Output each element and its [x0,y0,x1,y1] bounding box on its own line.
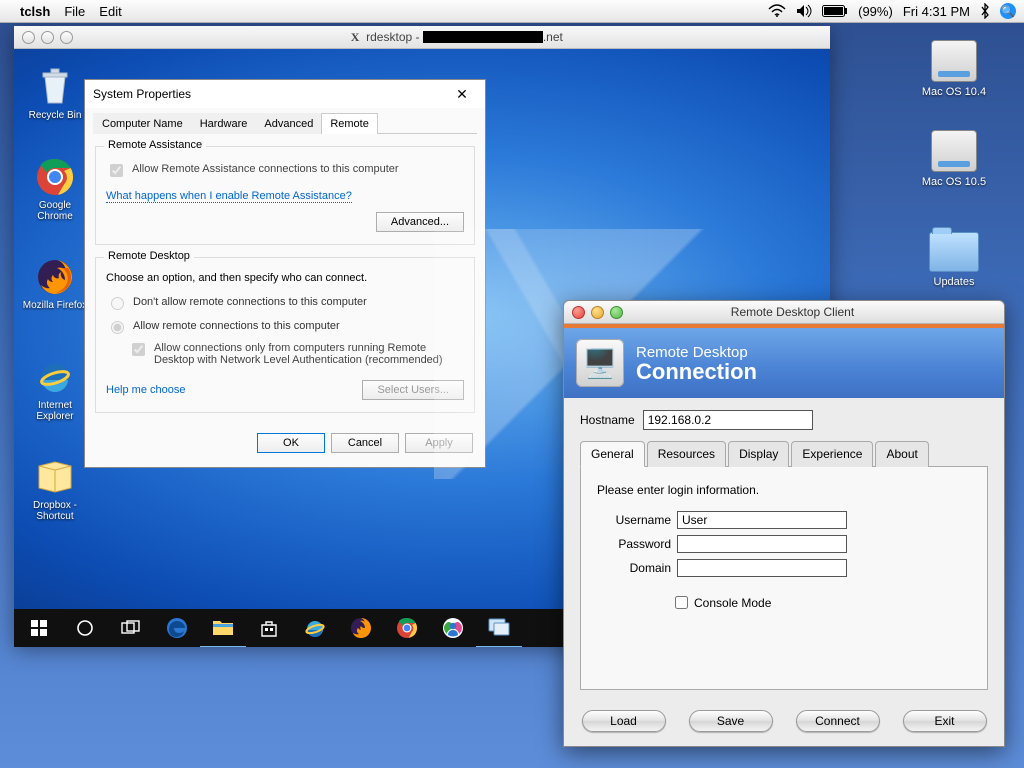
rdc-general-pane: Please enter login information. Username… [580,467,988,690]
x11-minimize-button[interactable] [41,31,54,44]
spotlight-icon[interactable]: 🔍 [1000,3,1016,19]
rdc-tab-resources[interactable]: Resources [647,441,726,467]
rdc-save-button[interactable]: Save [689,710,773,732]
rd-radio-deny[interactable]: Don't allow remote connections to this c… [106,294,464,310]
desktop-hd-2[interactable]: Mac OS 10.5 [914,130,994,188]
password-label: Password [597,537,671,551]
desktop-folder-updates-label: Updates [934,276,975,288]
rdc-title: Remote Desktop Client [631,305,1004,319]
bluetooth-icon[interactable] [980,3,990,19]
taskbar-chrome[interactable] [384,609,430,647]
rd-nla-checkbox[interactable]: Allow connections only from computers ru… [128,342,464,366]
x11-icon: X [348,30,362,45]
taskbar-ie[interactable] [292,609,338,647]
select-users-button[interactable]: Select Users... [362,380,464,400]
win-icon-recycle-bin[interactable]: Recycle Bin [20,67,90,121]
sysprop-cancel-button[interactable]: Cancel [331,433,399,453]
sysprop-title: System Properties [93,87,447,101]
remote-desktop-group: Remote Desktop Choose an option, and the… [95,257,475,413]
rdc-banner: 🖥️ Remote Desktop Connection [564,324,1004,398]
menubar-clock[interactable]: Fri 4:31 PM [903,4,970,19]
win-icon-dropbox[interactable]: Dropbox - Shortcut [20,457,90,522]
desktop-hd-1-label: Mac OS 10.4 [922,86,986,98]
tab-hardware[interactable]: Hardware [191,113,257,134]
wifi-icon[interactable] [768,4,786,18]
rdc-tab-display[interactable]: Display [728,441,789,467]
domain-input[interactable] [677,559,847,577]
taskbar-store[interactable] [246,609,292,647]
file-menu[interactable]: File [64,4,85,19]
sysprop-apply-button[interactable]: Apply [405,433,473,453]
volume-icon[interactable] [796,4,812,18]
x11-titlebar[interactable]: Xrdesktop - .net [14,26,830,49]
rdc-minimize-button[interactable] [591,306,604,319]
system-properties-dialog: System Properties ✕ Computer Name Hardwa… [84,79,486,468]
domain-label: Domain [597,561,671,575]
desktop-hd-2-label: Mac OS 10.5 [922,176,986,188]
start-button[interactable] [16,609,62,647]
rd-legend: Remote Desktop [104,250,194,262]
taskbar-explorer[interactable] [200,608,246,647]
username-label: Username [597,513,671,527]
rdc-window: Remote Desktop Client 🖥️ Remote Desktop … [563,300,1005,747]
rdc-exit-button[interactable]: Exit [903,710,987,732]
desktop-folder-updates[interactable]: Updates [914,230,994,288]
rd-radio-allow[interactable]: Allow remote connections to this compute… [106,318,464,334]
sysprop-tabs: Computer Name Hardware Advanced Remote [93,112,477,134]
tab-remote[interactable]: Remote [321,113,378,134]
rdc-brand-line2: Connection [636,361,757,383]
remote-assistance-group: Remote Assistance Allow Remote Assistanc… [95,146,475,245]
rdc-tab-about[interactable]: About [875,441,928,467]
battery-icon[interactable] [822,5,848,17]
rdc-tab-general[interactable]: General [580,441,645,467]
tab-advanced[interactable]: Advanced [255,113,322,134]
rd-intro: Choose an option, and then specify who c… [106,272,464,284]
app-menu[interactable]: tclsh [20,4,50,19]
mac-menubar: tclsh File Edit (99%) Fri 4:31 PM 🔍 [0,0,1024,23]
rdc-tabs: General Resources Display Experience Abo… [580,440,988,467]
sysprop-close-button[interactable]: ✕ [447,86,477,103]
battery-percent: (99%) [858,4,893,19]
username-input[interactable] [677,511,847,529]
rdc-zoom-button[interactable] [610,306,623,319]
taskbar-rdesktop[interactable] [476,608,522,647]
x11-zoom-button[interactable] [60,31,73,44]
cortana-button[interactable] [62,609,108,647]
ra-legend: Remote Assistance [104,139,206,151]
password-input[interactable] [677,535,847,553]
redacted-host [423,31,543,43]
taskbar-edge[interactable] [154,609,200,647]
rdc-tab-experience[interactable]: Experience [791,441,873,467]
x11-title: Xrdesktop - .net [81,30,830,45]
win-icon-firefox[interactable]: Mozilla Firefox [20,257,90,311]
sysprop-titlebar[interactable]: System Properties ✕ [85,80,485,108]
desktop-hd-1[interactable]: Mac OS 10.4 [914,40,994,98]
win-icon-ie[interactable]: Internet Explorer [20,357,90,422]
hostname-label: Hostname [580,413,635,427]
rdc-connect-button[interactable]: Connect [796,710,880,732]
console-mode-checkbox[interactable] [675,596,688,609]
taskbar-people[interactable] [430,609,476,647]
tab-computer-name[interactable]: Computer Name [93,113,192,134]
ra-help-link[interactable]: What happens when I enable Remote Assist… [106,190,352,203]
rdc-close-button[interactable] [572,306,585,319]
task-view-button[interactable] [108,609,154,647]
rdc-brand-line1: Remote Desktop [636,344,757,361]
rdc-brand-icon: 🖥️ [576,339,624,387]
taskbar-firefox[interactable] [338,609,384,647]
rd-help-link[interactable]: Help me choose [106,384,186,396]
win-icon-chrome[interactable]: Google Chrome [20,157,90,222]
x11-close-button[interactable] [22,31,35,44]
ra-allow-checkbox[interactable]: Allow Remote Assistance connections to t… [106,163,464,180]
edit-menu[interactable]: Edit [99,4,121,19]
hostname-input[interactable] [643,410,813,430]
rdc-prompt: Please enter login information. [597,483,971,497]
sysprop-ok-button[interactable]: OK [257,433,325,453]
rdc-titlebar[interactable]: Remote Desktop Client [564,301,1004,324]
rdc-load-button[interactable]: Load [582,710,666,732]
console-mode-label: Console Mode [694,596,771,610]
ra-advanced-button[interactable]: Advanced... [376,212,464,232]
